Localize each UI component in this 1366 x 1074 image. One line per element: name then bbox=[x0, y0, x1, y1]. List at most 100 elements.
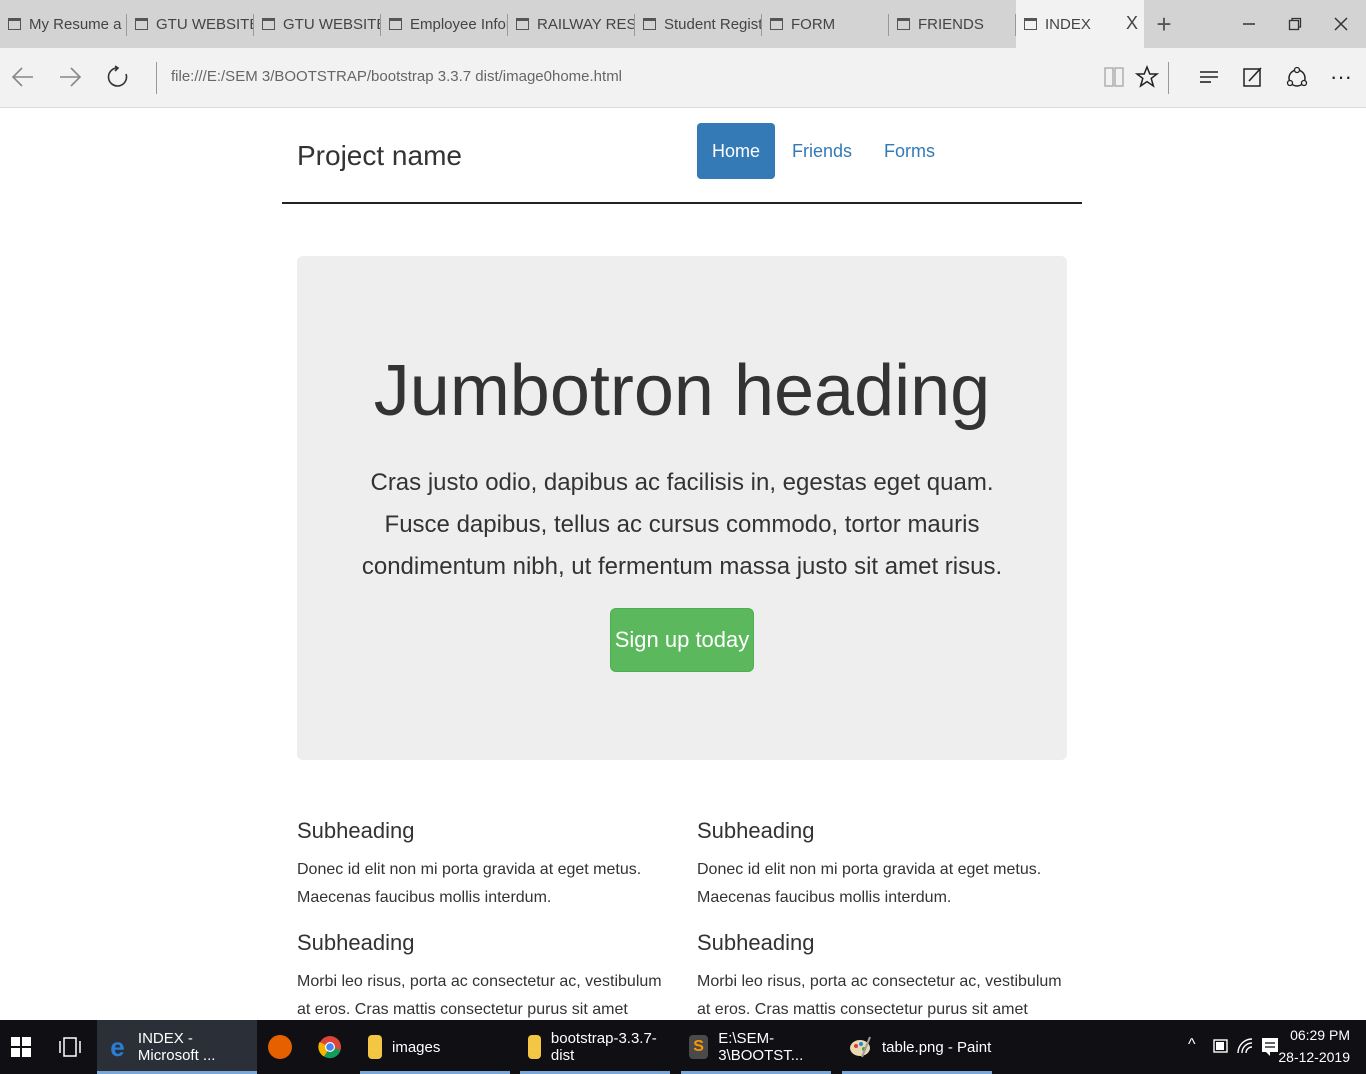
chrome-icon bbox=[318, 1036, 341, 1059]
nav-pills: Home Friends Forms bbox=[697, 123, 950, 179]
jumbotron: Jumbotron heading Cras justo odio, dapib… bbox=[297, 256, 1067, 760]
browser-tab[interactable]: GTU WEBSITE bbox=[254, 0, 381, 48]
start-button[interactable] bbox=[10, 1020, 32, 1074]
clock-date: 28-12-2019 bbox=[1278, 1049, 1350, 1065]
subheading: Subheading bbox=[697, 818, 815, 843]
browser-tab[interactable]: Employee Infor bbox=[381, 0, 508, 48]
toolbar-separator bbox=[1168, 62, 1169, 94]
address-bar: file:///E:/SEM 3/BOOTSTRAP/bootstrap 3.3… bbox=[0, 48, 1366, 108]
taskbar-app-paint[interactable]: table.png - Paint bbox=[842, 1020, 992, 1074]
site-header: Project name Home Friends Forms bbox=[282, 108, 1082, 204]
tab-label: RAILWAY RESIS bbox=[537, 15, 635, 33]
subheading: Subheading bbox=[297, 930, 415, 955]
taskbar-app-label: images bbox=[392, 1038, 441, 1056]
paint-icon bbox=[850, 1036, 871, 1058]
show-hidden-icons-chevron-icon[interactable]: ^ bbox=[1188, 1036, 1196, 1054]
taskbar-app-label: table.png - Paint bbox=[882, 1038, 992, 1056]
jumbotron-lead: Cras justo odio, dapibus ac facilisis in… bbox=[361, 469, 1003, 580]
tab-label: My Resume a P bbox=[29, 15, 127, 33]
browser-tab[interactable]: Student Registr bbox=[635, 0, 762, 48]
page-icon bbox=[643, 18, 656, 30]
more-icon[interactable]: ··· bbox=[1324, 60, 1358, 94]
restore-icon[interactable] bbox=[1272, 0, 1318, 48]
url-separator bbox=[156, 62, 157, 94]
task-view-icon bbox=[59, 1037, 81, 1057]
taskbar-app-firefox[interactable] bbox=[268, 1020, 292, 1074]
tab-label: FORM bbox=[791, 15, 836, 33]
windows-logo-icon bbox=[11, 1037, 31, 1057]
close-window-icon[interactable] bbox=[1318, 0, 1364, 48]
marketing-text: Donec id elit non mi porta gravida at eg… bbox=[697, 861, 1042, 906]
brand-title[interactable]: Project name bbox=[297, 140, 462, 172]
firefox-icon bbox=[268, 1035, 292, 1059]
marketing-text: Donec id elit non mi porta gravida at eg… bbox=[297, 861, 642, 906]
browser-tab[interactable]: My Resume a P bbox=[0, 0, 127, 48]
browser-tab[interactable]: FORM bbox=[762, 0, 889, 48]
clock-time: 06:29 PM bbox=[1290, 1027, 1350, 1043]
reading-view-icon[interactable] bbox=[1097, 60, 1131, 94]
page-icon bbox=[770, 18, 783, 30]
tab-label: GTU WEBSITE bbox=[156, 15, 254, 33]
browser-tab-strip: My Resume a P GTU WEBSITE GTU WEBSITE Em… bbox=[0, 0, 1366, 48]
subheading: Subheading bbox=[297, 818, 415, 843]
forward-arrow-icon[interactable] bbox=[53, 60, 87, 94]
taskbar-app-label: E:\SEM-3\BOOTST... bbox=[718, 1030, 804, 1064]
marketing-column: Subheading Morbi leo risus, porta ac con… bbox=[697, 930, 1067, 1020]
tab-label: GTU WEBSITE bbox=[283, 15, 381, 33]
page-icon bbox=[8, 18, 21, 30]
tab-label: INDEX bbox=[1045, 15, 1091, 33]
action-center-icon[interactable] bbox=[1261, 1037, 1279, 1057]
browser-tab-active[interactable]: INDEX X bbox=[1016, 0, 1144, 48]
browser-tab[interactable]: FRIENDS bbox=[889, 0, 1016, 48]
minimize-icon[interactable] bbox=[1226, 0, 1272, 48]
jumbotron-heading: Jumbotron heading bbox=[373, 351, 991, 431]
url-field[interactable]: file:///E:/SEM 3/BOOTSTRAP/bootstrap 3.3… bbox=[171, 68, 622, 85]
close-tab-icon[interactable]: X bbox=[1126, 13, 1138, 34]
folder-icon bbox=[368, 1035, 382, 1059]
battery-icon[interactable] bbox=[1213, 1039, 1229, 1053]
taskbar: e INDEX - Microsoft ... images bootstrap… bbox=[0, 1020, 1366, 1074]
page-icon bbox=[516, 18, 529, 30]
browser-tab[interactable]: GTU WEBSITE bbox=[127, 0, 254, 48]
page-icon bbox=[262, 18, 275, 30]
sign-up-button[interactable]: Sign up today bbox=[610, 608, 754, 672]
tab-label: Employee Infor bbox=[410, 15, 508, 33]
refresh-icon[interactable] bbox=[101, 60, 135, 94]
marketing-text: Morbi leo risus, porta ac consectetur ac… bbox=[297, 973, 662, 1018]
marketing-column: Subheading Donec id elit non mi porta gr… bbox=[697, 818, 1067, 912]
sublime-text-icon: S bbox=[689, 1035, 709, 1059]
taskbar-app-sublime[interactable]: S E:\SEM-3\BOOTST... bbox=[681, 1020, 831, 1074]
page-icon bbox=[389, 18, 402, 30]
taskbar-app-explorer-dist[interactable]: bootstrap-3.3.7-dist bbox=[520, 1020, 670, 1074]
edge-icon: e bbox=[110, 1031, 125, 1062]
taskbar-app-edge[interactable]: e INDEX - Microsoft ... bbox=[97, 1020, 257, 1074]
page-icon bbox=[135, 18, 148, 30]
browser-tab[interactable]: RAILWAY RESIS bbox=[508, 0, 635, 48]
web-page: Project name Home Friends Forms Jumbotro… bbox=[0, 108, 1366, 1020]
tab-label: Student Registr bbox=[664, 15, 762, 33]
back-arrow-icon[interactable] bbox=[6, 60, 40, 94]
system-clock[interactable]: 06:29 PM 28-12-2019 bbox=[1278, 1024, 1350, 1068]
task-view-button[interactable] bbox=[58, 1020, 82, 1074]
taskbar-app-label: INDEX - Microsoft ... bbox=[137, 1030, 216, 1064]
marketing-text: Morbi leo risus, porta ac consectetur ac… bbox=[697, 973, 1062, 1018]
taskbar-app-label: bootstrap-3.3.7-dist bbox=[550, 1030, 657, 1064]
taskbar-app-explorer-images[interactable]: images bbox=[360, 1020, 510, 1074]
tab-label: FRIENDS bbox=[918, 15, 984, 33]
share-icon[interactable] bbox=[1280, 60, 1314, 94]
favorite-star-icon[interactable] bbox=[1130, 60, 1164, 94]
nav-home[interactable]: Home bbox=[697, 123, 776, 179]
nav-friends[interactable]: Friends bbox=[777, 123, 867, 179]
taskbar-app-chrome[interactable] bbox=[318, 1020, 342, 1074]
folder-icon bbox=[528, 1035, 541, 1059]
hub-icon[interactable] bbox=[1192, 60, 1226, 94]
new-tab-button[interactable]: + bbox=[1144, 0, 1184, 48]
web-note-icon[interactable] bbox=[1236, 60, 1270, 94]
subheading: Subheading bbox=[697, 930, 815, 955]
page-icon bbox=[1024, 18, 1037, 30]
wifi-icon[interactable] bbox=[1236, 1037, 1254, 1055]
nav-forms[interactable]: Forms bbox=[869, 123, 950, 179]
marketing-column: Subheading Donec id elit non mi porta gr… bbox=[297, 818, 667, 912]
page-icon bbox=[897, 18, 910, 30]
marketing-column: Subheading Morbi leo risus, porta ac con… bbox=[297, 930, 667, 1020]
